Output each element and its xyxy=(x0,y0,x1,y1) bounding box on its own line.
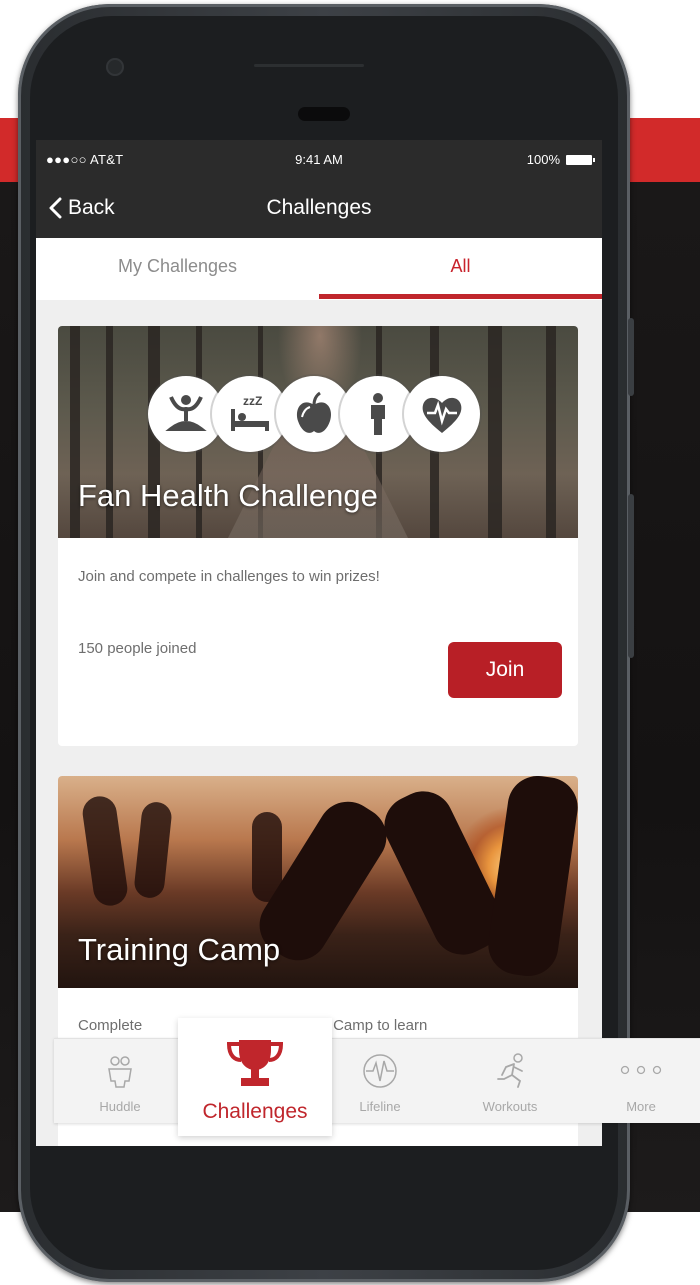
training-camp-image: Training Camp xyxy=(58,776,578,988)
card-description: Join and compete in challenges to win pr… xyxy=(78,568,380,585)
joined-count: 150 people joined xyxy=(78,640,197,657)
heart-rate-icon xyxy=(404,376,480,452)
tab-label: Lifeline xyxy=(359,1099,401,1114)
card-title: Training Camp xyxy=(78,932,281,967)
tab-all[interactable]: All xyxy=(319,238,602,300)
speaker-slot xyxy=(254,64,364,67)
runner-icon xyxy=(497,1053,523,1088)
svg-text:zzZ: zzZ xyxy=(243,394,262,408)
lifeline-icon xyxy=(363,1054,397,1088)
battery-percent: 100% xyxy=(526,152,560,167)
forest-road-image: zzZ Fan Health Challenge xyxy=(58,326,578,538)
card-title: Fan Health Challenge xyxy=(78,478,378,513)
bottom-tab-bar: Huddle Lifeline Workouts More xyxy=(54,1038,700,1123)
status-bar: ●●●○○ AT&T 9:41 AM 100% xyxy=(36,140,602,180)
join-button[interactable]: Join xyxy=(448,642,562,698)
tab-label: Huddle xyxy=(99,1099,141,1114)
front-camera xyxy=(106,58,124,76)
card-description-left: Complete xyxy=(78,1017,143,1034)
huddle-icon xyxy=(108,1056,132,1088)
page-title: Challenges xyxy=(266,196,372,219)
tab-more[interactable]: More xyxy=(606,1039,676,1123)
segmented-tabs: My Challenges All xyxy=(36,238,602,300)
tab-my-challenges[interactable]: My Challenges xyxy=(36,238,319,300)
active-tab-indicator xyxy=(319,294,602,299)
tab-label: More xyxy=(626,1099,656,1114)
earpiece xyxy=(298,107,350,121)
tab-challenges[interactable]: Challenges xyxy=(178,1018,332,1136)
more-dots-icon xyxy=(620,1065,662,1075)
challenge-card-fan-health[interactable]: zzZ Fan Health Challenge Join and compet… xyxy=(58,326,578,746)
volume-up-button xyxy=(628,318,634,396)
navigation-bar: Back Challenges xyxy=(36,180,602,238)
volume-down-button xyxy=(628,494,634,658)
tab-workouts[interactable]: Workouts xyxy=(462,1039,558,1123)
battery-status: 100% xyxy=(526,152,595,167)
status-time: 9:41 AM xyxy=(295,152,343,167)
tab-huddle[interactable]: Huddle xyxy=(84,1039,156,1123)
tab-lifeline[interactable]: Lifeline xyxy=(342,1039,418,1123)
tab-label: Workouts xyxy=(482,1099,538,1114)
trophy-icon xyxy=(226,1040,284,1086)
phone-screen: ●●●○○ AT&T 9:41 AM 100% Back Challenges … xyxy=(36,140,602,1146)
tab-label: Challenges xyxy=(202,1100,308,1123)
battery-icon xyxy=(566,154,595,165)
